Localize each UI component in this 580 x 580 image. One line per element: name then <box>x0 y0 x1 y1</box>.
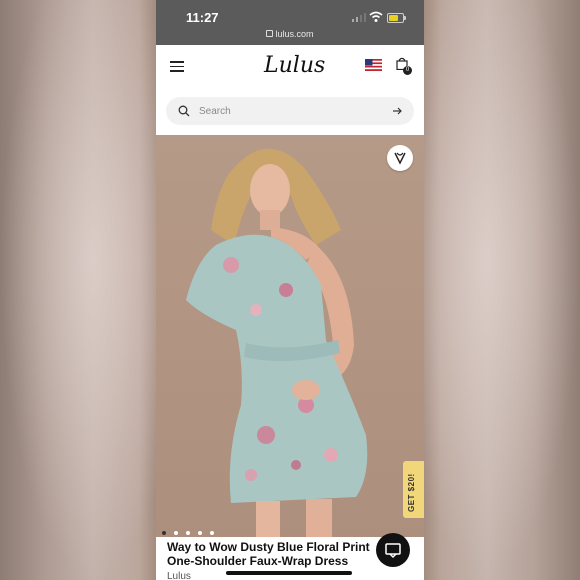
wifi-icon <box>369 11 383 22</box>
home-indicator <box>226 571 352 575</box>
heart-icon <box>394 152 406 165</box>
carousel-dot[interactable] <box>162 531 166 535</box>
us-flag-icon[interactable] <box>365 59 382 71</box>
carousel-dot[interactable] <box>186 531 190 535</box>
search-bar <box>156 87 424 135</box>
site-logo[interactable]: Lulus <box>264 53 325 78</box>
chat-icon <box>385 543 401 559</box>
wishlist-button[interactable] <box>387 145 413 171</box>
product-image[interactable]: GET $20! <box>156 135 424 537</box>
hamburger-menu-icon[interactable] <box>170 61 184 72</box>
url-text: lulus.com <box>275 29 314 39</box>
cart-count-badge: 0 <box>403 66 412 75</box>
chat-button[interactable] <box>376 533 410 567</box>
search-input[interactable] <box>199 97 379 125</box>
product-photo <box>186 148 368 537</box>
address-bar[interactable]: lulus.com <box>156 29 424 39</box>
cellular-signal-icon <box>352 13 366 22</box>
carousel-dot[interactable] <box>198 531 202 535</box>
search-icon <box>178 105 190 117</box>
carousel-dots <box>162 522 222 537</box>
carousel-dot[interactable] <box>174 531 178 535</box>
product-title[interactable]: Way to Wow Dusty Blue Floral Print One-S… <box>167 540 387 568</box>
promo-label: GET $20! <box>407 473 416 512</box>
promo-tab[interactable]: GET $20! <box>403 461 424 518</box>
status-time: 11:27 <box>186 10 219 25</box>
product-brand: Lulus <box>167 571 191 580</box>
lock-icon <box>266 30 274 37</box>
status-bar: 11:27 lulus.com <box>156 0 424 45</box>
carousel-dot[interactable] <box>210 531 214 535</box>
battery-icon <box>387 13 406 23</box>
background-blur-right <box>424 0 580 580</box>
site-header: Lulus 0 <box>156 45 424 87</box>
phone-screen: 11:27 lulus.com Lulus 0 Search GET $20! … <box>156 0 424 580</box>
arrow-right-icon[interactable] <box>391 105 403 117</box>
background-blur-left <box>0 0 156 580</box>
search-box[interactable] <box>166 97 414 125</box>
